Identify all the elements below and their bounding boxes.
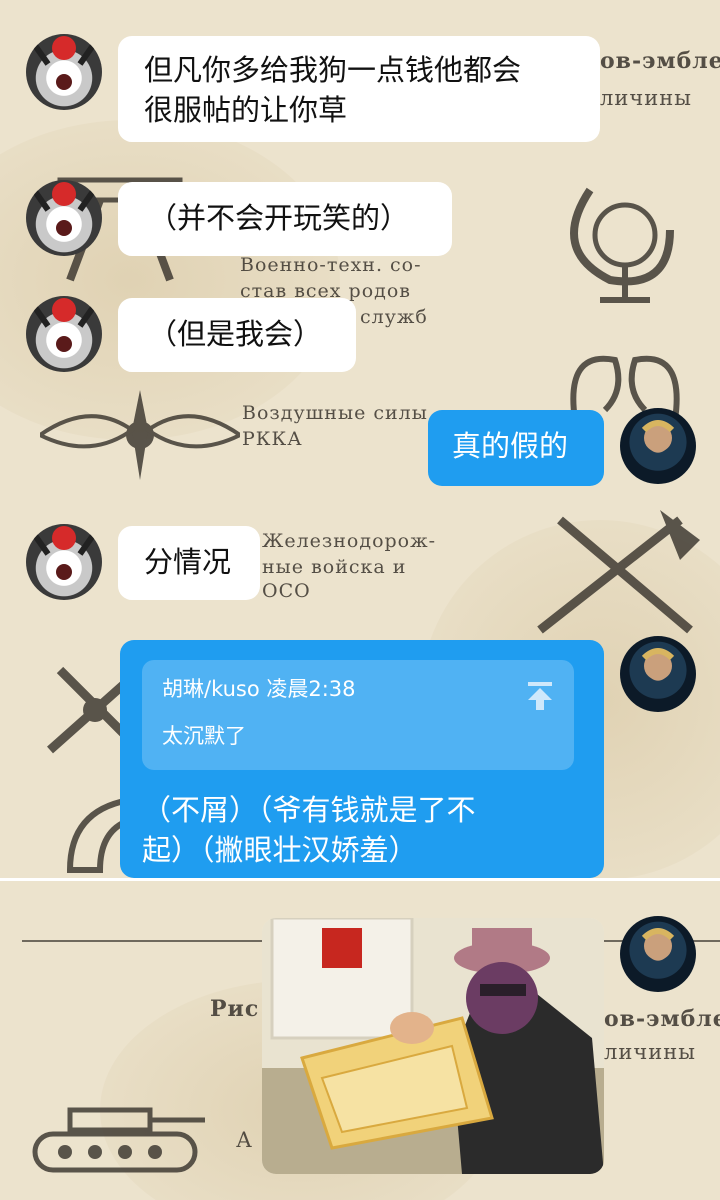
bg-text: А: [236, 1128, 253, 1152]
avatar[interactable]: [26, 524, 102, 600]
globe-emblem: [570, 187, 674, 303]
message-text: （但是我会）: [148, 317, 323, 351]
money-meme-image: [262, 918, 604, 1174]
avatar[interactable]: [26, 34, 102, 110]
cat-avatar-icon: [31, 36, 97, 90]
man-avatar-icon: [641, 420, 675, 452]
image-message[interactable]: [262, 918, 604, 1174]
avatar[interactable]: [620, 636, 696, 712]
avatar[interactable]: [620, 916, 696, 992]
bg-text: Рис: [210, 996, 260, 1022]
pick-shovel-emblem: [537, 510, 700, 634]
avatar[interactable]: [620, 408, 696, 484]
message-bubble[interactable]: 但凡你多给我狗一点钱他都会 很服帖的让你草: [118, 36, 600, 142]
avatar[interactable]: [26, 180, 102, 256]
bg-text: Железнодорож-: [262, 530, 437, 552]
reply-text: （不屑）（爷有钱就是了不 起）（撇眼壮汉娇羞）: [142, 790, 582, 870]
man-avatar-icon: [641, 648, 675, 680]
bg-text: личины: [604, 1040, 696, 1064]
bg-text: Воздушные силы: [242, 402, 428, 424]
bg-text: ов-эмбле: [604, 1006, 720, 1032]
bg-text: РККА: [242, 428, 303, 450]
message-text: 但凡你多给我狗一点钱他都会: [144, 53, 522, 87]
message-bubble[interactable]: （并不会开玩笑的）: [118, 182, 452, 256]
cat-avatar-icon: [31, 182, 97, 236]
message-bubble[interactable]: （但是我会）: [118, 298, 356, 372]
message-text: 分情况: [144, 545, 232, 579]
quote-author: 胡琳/kuso 凌晨2:38: [162, 677, 356, 701]
bg-text: ные войска и: [262, 556, 407, 578]
cat-avatar-icon: [31, 526, 97, 580]
message-text: 真的假的: [452, 429, 569, 463]
bg-text: ов-эмбле: [600, 48, 720, 74]
avatar[interactable]: [26, 296, 102, 372]
message-text: 起）（撇眼壮汉娇羞）: [142, 833, 418, 867]
message-text: （不屑）（爷有钱就是了不: [142, 793, 476, 827]
quote-text: 太沉默了: [162, 724, 246, 748]
cat-avatar-icon: [31, 298, 97, 352]
message-text: 很服帖的让你草: [144, 93, 348, 127]
jump-to-message-icon[interactable]: [526, 680, 554, 710]
propeller-wings-emblem: [40, 390, 240, 480]
quoted-message[interactable]: 胡琳/kuso 凌晨2:38 太沉默了: [142, 660, 574, 770]
message-bubble[interactable]: 真的假的: [428, 410, 604, 486]
message-bubble[interactable]: 分情况: [118, 526, 260, 600]
screenshot-divider: [0, 878, 720, 881]
bg-text: ОСО: [262, 580, 311, 602]
bg-text: Военно-техн. со-: [240, 254, 422, 276]
message-text: （并不会开玩笑的）: [148, 201, 410, 235]
bg-text: служб: [360, 306, 428, 328]
man-avatar-icon: [641, 928, 675, 960]
bg-text: личины: [600, 86, 692, 110]
tank-emblem: [32, 1107, 205, 1173]
